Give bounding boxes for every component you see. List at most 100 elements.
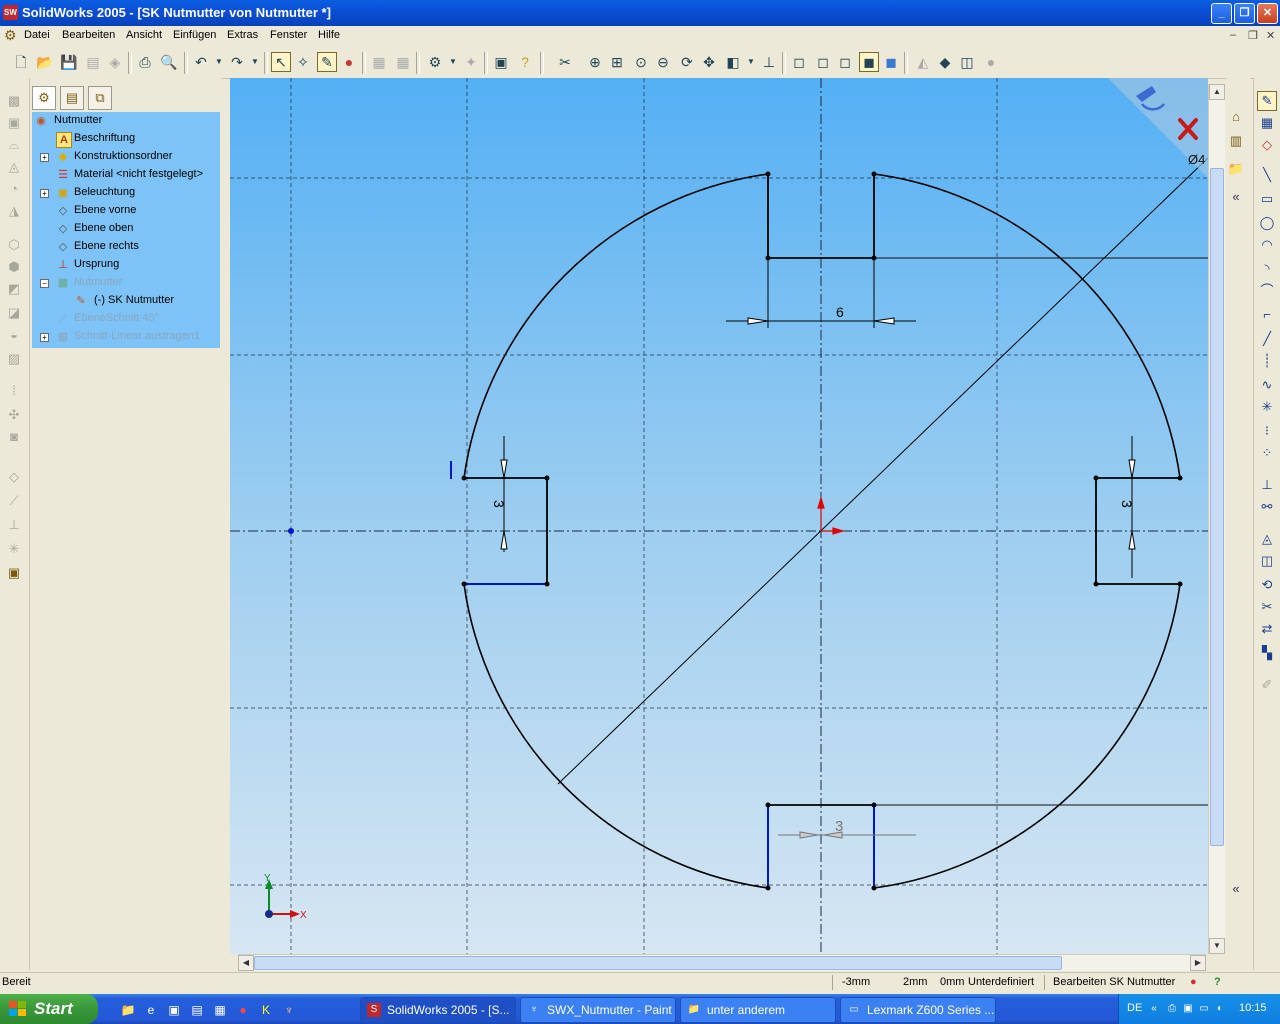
home-icon[interactable]: ⌂ <box>1227 108 1245 126</box>
quicklaunch-notepad-icon[interactable]: ▤ <box>189 1002 205 1018</box>
line-icon[interactable]: ╲ <box>1258 166 1276 184</box>
selected-lines[interactable] <box>450 461 875 888</box>
convert-entities-icon[interactable]: ⟲ <box>1258 576 1276 594</box>
view-orient-icon[interactable]: ✂ <box>556 53 574 71</box>
dimension-left-text[interactable]: 3 <box>491 500 507 508</box>
linear-pattern-icon[interactable]: ⁞ <box>5 382 23 400</box>
ref-point-icon[interactable]: ✳ <box>5 540 23 558</box>
language-indicator[interactable]: DE <box>1127 1002 1142 1014</box>
rectangle-icon[interactable]: ▭ <box>1258 190 1276 208</box>
menu-hilfe[interactable]: Hilfe <box>318 29 340 41</box>
section-view-icon[interactable]: ◫ <box>958 53 976 71</box>
zoom-inout-icon[interactable]: ⊙ <box>632 53 650 71</box>
print-icon[interactable]: ⎙ <box>136 53 154 71</box>
circular-pattern-icon[interactable]: ✣ <box>5 406 23 424</box>
open-icon[interactable]: 📂 <box>36 53 54 71</box>
task-solidworks[interactable]: S SolidWorks 2005 - [S... <box>360 997 516 1023</box>
options-dropdown-icon[interactable]: ▼ <box>444 53 462 71</box>
smart-dimension-icon[interactable]: ◇ <box>1258 136 1276 154</box>
start-button[interactable]: Start <box>0 994 98 1024</box>
menu-einfuegen[interactable]: Einfügen <box>173 29 216 41</box>
circular-sketch-pattern-icon[interactable]: ⁘ <box>1258 444 1276 462</box>
draft-icon[interactable]: ◩ <box>5 280 23 298</box>
quicklaunch-calc-icon[interactable]: ▦ <box>212 1002 228 1018</box>
status-help-icon[interactable]: ? <box>1214 976 1221 988</box>
chamfer-icon[interactable]: ◮ <box>5 202 23 220</box>
realview-icon[interactable]: ● <box>982 53 1000 71</box>
sweep-icon[interactable]: ⌓ <box>5 136 23 154</box>
tray-network-icon[interactable]: ▣ <box>1181 1002 1195 1016</box>
shadows-icon[interactable]: ◭ <box>914 53 932 71</box>
construction-diagonal[interactable] <box>557 157 1208 785</box>
make-assembly-icon[interactable]: ◈ <box>106 53 124 71</box>
rib-icon[interactable]: ⬢ <box>5 258 23 276</box>
display-relations-icon[interactable]: ⚯ <box>1258 498 1276 516</box>
doc-restore-button[interactable]: ❐ <box>1248 29 1258 42</box>
clock[interactable]: 10:15 <box>1239 1002 1267 1014</box>
redo-icon[interactable]: ↷ <box>228 53 246 71</box>
configuration-manager-tab-icon[interactable]: ⧉ <box>88 86 112 110</box>
feature-manager-tab-icon[interactable]: ⚙ <box>32 86 56 110</box>
list-icon[interactable]: ▣ <box>492 53 510 71</box>
grid-icon[interactable]: ▦ <box>370 53 388 71</box>
expand-icon[interactable]: + <box>40 333 49 342</box>
close-button[interactable]: ✕ <box>1257 3 1278 24</box>
zoom-area-icon[interactable]: ⊞ <box>608 53 626 71</box>
shell-icon[interactable]: ⬡ <box>5 236 23 254</box>
dimension-bottom-text[interactable]: 3 <box>835 818 843 835</box>
snap-icon[interactable]: ▦ <box>394 53 412 71</box>
expand-icon[interactable]: + <box>40 153 49 162</box>
rebuild-icon[interactable]: ● <box>340 53 358 71</box>
menu-fenster[interactable]: Fenster <box>270 29 307 41</box>
property-manager-tab-icon[interactable]: ▤ <box>60 86 84 110</box>
doc-minimize-button[interactable]: – <box>1230 29 1236 41</box>
trim-icon[interactable]: ✂ <box>1258 598 1276 616</box>
fillet-icon[interactable]: ◔ <box>5 180 23 198</box>
shaded-edges-icon[interactable]: ◼ <box>859 52 879 72</box>
hidden-lines-visible-icon[interactable]: ◻ <box>814 53 832 71</box>
sketch-canvas[interactable]: 6 3 3 3 Y X Ø4 <box>230 78 1208 954</box>
move-entities-icon[interactable]: ▚ <box>1258 644 1276 662</box>
quicklaunch-media-icon[interactable]: ● <box>235 1002 251 1018</box>
doc-close-button[interactable]: ✕ <box>1266 29 1275 42</box>
point-icon[interactable]: ✳ <box>1258 398 1276 416</box>
shaded-icon[interactable]: ◼ <box>882 53 900 71</box>
quicklaunch-paint-icon[interactable]: ♆ <box>281 1002 297 1018</box>
expand-icon[interactable]: + <box>40 189 49 198</box>
sketch-mode-icon[interactable]: ✎ <box>1257 91 1277 111</box>
options-icon[interactable]: ⚙ <box>426 53 444 71</box>
diameter-label[interactable]: Ø4 <box>1188 152 1205 167</box>
revolve-icon[interactable]: ▣ <box>5 114 23 132</box>
loft-icon[interactable]: ◬ <box>5 158 23 176</box>
ref-axis-icon[interactable]: ⟋ <box>5 492 23 510</box>
zoom-fit-icon[interactable]: ⊕ <box>586 53 604 71</box>
quicklaunch-ie-icon[interactable]: e <box>143 1002 159 1018</box>
rotate-icon[interactable]: ⟳ <box>678 53 696 71</box>
extrude-icon[interactable]: ▩ <box>5 92 23 110</box>
linear-sketch-pattern-icon[interactable]: ⁝ <box>1258 422 1276 440</box>
task-printer[interactable]: ▭ Lexmark Z600 Series ... <box>840 997 996 1023</box>
help-icon[interactable]: ? <box>516 53 534 71</box>
standard-views-icon[interactable]: ◧ <box>724 53 742 71</box>
mirror-sketch-icon[interactable]: ◬ <box>1258 530 1276 548</box>
menu-ansicht[interactable]: Ansicht <box>126 29 162 41</box>
dome-icon[interactable]: ◒ <box>5 326 23 344</box>
views-dropdown-icon[interactable]: ▼ <box>742 53 760 71</box>
hole-icon[interactable]: ◪ <box>5 304 23 322</box>
coord-system-icon[interactable]: ⊥ <box>5 516 23 534</box>
library-icon[interactable]: ▥ <box>1227 132 1245 150</box>
menu-extras[interactable]: Extras <box>227 29 258 41</box>
mirror-icon[interactable]: ▨ <box>5 350 23 368</box>
centerline-icon[interactable]: ╱ <box>1258 330 1276 348</box>
rebuild-status-icon[interactable]: ● <box>1190 976 1197 988</box>
construction-icon[interactable]: ┊ <box>1258 352 1276 370</box>
menu-bearbeiten[interactable]: Bearbeiten <box>62 29 115 41</box>
normal-to-icon[interactable]: ⊥ <box>760 53 778 71</box>
minimize-button[interactable]: _ <box>1211 3 1232 24</box>
ref-plane-icon[interactable]: ◇ <box>5 468 23 486</box>
properties-icon[interactable]: ✦ <box>462 53 480 71</box>
sketch-icon[interactable]: ✎ <box>317 52 337 72</box>
dimension-right-text[interactable]: 3 <box>1119 500 1135 508</box>
mirror-feature-icon[interactable]: ◙ <box>5 428 23 446</box>
quicklaunch-app-icon[interactable]: ▣ <box>166 1002 182 1018</box>
